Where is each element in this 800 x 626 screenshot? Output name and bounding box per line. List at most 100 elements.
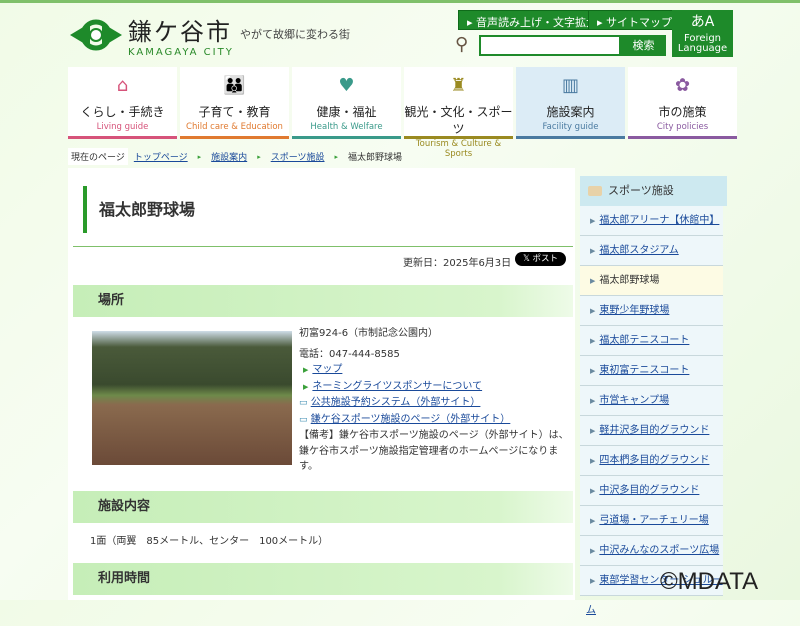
house-icon: ⌂ xyxy=(116,75,129,96)
sidebar-heading: スポーツ施設 xyxy=(580,176,727,206)
sidebar-item[interactable]: ▶ 中沢みんなのスポーツ広場 xyxy=(580,536,723,566)
arrow-icon: ▶ xyxy=(590,427,596,435)
sidebar: スポーツ施設 ▶ 福太郎アリーナ【休館中】 ▶ 福太郎スタジアム ▶ 福太郎野球場 ▶ 東野少… xyxy=(580,176,727,616)
building-icon: ▥ xyxy=(561,75,579,96)
sidebar-item-link[interactable]: 福太郎スタジアム xyxy=(599,245,678,256)
arrow-icon: ▶ xyxy=(590,397,596,405)
breadcrumb: 現在のページ トップページ ▸ 施設案内 ▸ スポーツ施設 ▸ 福太郎野球場 xyxy=(68,148,402,165)
sidebar-item[interactable]: ▶ 四本椚多目的グラウンド xyxy=(580,446,723,476)
sidebar-item[interactable]: ▶ 中沢多目的グラウンド xyxy=(580,476,723,506)
updated-date: 更新日：2025年6月3日 xyxy=(403,258,512,269)
nav-label: くらし・手続き xyxy=(80,105,165,119)
nav-item[interactable]: 👪 子育て・教育 Child care & Education xyxy=(180,67,289,139)
external-link-icon: ▭ xyxy=(299,398,308,408)
breadcrumb-label: 現在のページ xyxy=(68,148,128,165)
nav-label: 子育て・教育 xyxy=(198,105,271,119)
sidebar-item[interactable]: ▶ 弓道場・アーチェリー場 xyxy=(580,506,723,536)
folder-icon xyxy=(588,186,602,196)
section-heading-hours: 利用時間 xyxy=(73,563,573,595)
sidebar-item-link[interactable]: 中沢みんなのスポーツ広場 xyxy=(599,545,719,556)
search-icon: ⚲ xyxy=(455,34,469,55)
arrow-icon: ▶ xyxy=(590,517,596,525)
sidebar-item[interactable]: ▶ 福太郎野球場 xyxy=(580,266,723,296)
nav-label: 施設案内 xyxy=(546,105,595,119)
sitemap-button[interactable]: ▸ サイトマップ xyxy=(588,10,682,30)
city-emblem-icon xyxy=(70,19,122,51)
sidebar-item[interactable]: ▶ 福太郎スタジアム xyxy=(580,236,723,266)
arrow-icon: ▶ xyxy=(590,307,596,315)
sitemap-label: サイトマップ xyxy=(606,16,673,29)
phone: 電話：047-444-8585 xyxy=(299,348,400,360)
flower-icon: ✿ xyxy=(674,75,691,96)
sidebar-item-link[interactable]: 四本椚多目的グラウンド xyxy=(599,455,709,466)
arrow-icon: ▶ xyxy=(590,367,596,375)
lang-label: Language xyxy=(677,43,728,54)
nav-item[interactable]: ⌂ くらし・手続き Living guide xyxy=(68,67,177,139)
nav-label: 観光・文化・スポーツ xyxy=(404,105,513,136)
nav-item[interactable]: ✿ 市の施策 City policies xyxy=(628,67,737,139)
nav-sublabel: City policies xyxy=(656,122,709,132)
breadcrumb-link[interactable]: スポーツ施設 xyxy=(271,150,325,163)
section-heading-content: 施設内容 xyxy=(73,491,573,523)
x-post-button[interactable]: 𝕏 ポスト xyxy=(515,252,566,266)
sidebar-item-link[interactable]: 福太郎テニスコート xyxy=(599,335,689,346)
external-link-icon: ▭ xyxy=(299,414,308,425)
nav-label: 健康・福祉 xyxy=(316,105,377,119)
page-title: 福太郎野球場 xyxy=(83,186,195,233)
global-nav: ⌂ くらし・手続き Living guide 👪 子育て・教育 Child care & … xyxy=(68,67,737,159)
nav-item[interactable]: ▥ 施設案内 Facility guide xyxy=(516,67,625,139)
title-divider xyxy=(73,246,573,247)
address: 初富924-6（市制記念公園内） xyxy=(299,328,439,339)
arrow-icon: ▶ xyxy=(590,457,596,465)
statue-icon: ♜ xyxy=(450,75,467,96)
sidebar-item[interactable]: ▶ 軽井沢多目的グラウンド xyxy=(580,416,723,446)
search-input[interactable] xyxy=(479,35,621,56)
sidebar-title: スポーツ施設 xyxy=(608,184,674,197)
arrow-icon: ▶ xyxy=(303,382,309,391)
sidebar-item[interactable]: ▶ 東野少年野球場 xyxy=(580,296,723,326)
sidebar-item-link[interactable]: 市営キャンプ場 xyxy=(599,395,669,406)
naming-rights-link[interactable]: ネーミングライツスポンサーについて xyxy=(312,381,482,392)
sidebar-item-link[interactable]: 軽井沢多目的グラウンド xyxy=(599,425,709,436)
breadcrumb-current: 福太郎野球場 xyxy=(348,153,403,163)
foreign-language-button[interactable]: あA Foreign Language xyxy=(672,10,733,57)
location-info: 初富924-6（市制記念公園内） 電話：047-444-8585 ▶ マップ ▶ ネ… xyxy=(299,326,569,475)
arrow-icon: ▶ xyxy=(590,337,596,345)
watermark: ©MDATA xyxy=(660,568,759,595)
sidebar-item-link[interactable]: 福太郎アリーナ【休館中】 xyxy=(599,215,719,226)
search-button[interactable]: 検索 xyxy=(621,35,666,56)
map-link[interactable]: マップ xyxy=(312,364,342,375)
nav-item[interactable]: ♜ 観光・文化・スポーツ Tourism & Culture & Sports xyxy=(404,67,513,159)
arrow-icon: ▶ xyxy=(590,277,596,285)
sidebar-item[interactable]: ▶ 市営キャンプ場 xyxy=(580,386,723,416)
arrow-icon: ▶ xyxy=(590,217,596,225)
sidebar-item-link[interactable]: 中沢多目的グラウンド xyxy=(599,485,699,496)
nav-sublabel: Child care & Education xyxy=(186,122,283,132)
reservation-system-link[interactable]: 公共施設予約システム（外部サイト） xyxy=(311,397,481,408)
top-bar xyxy=(0,0,800,3)
sidebar-item[interactable]: ▶ 福太郎アリーナ【休館中】 xyxy=(580,206,723,236)
sports-facility-site-link[interactable]: 鎌ケ谷スポーツ施設のページ（外部サイト） xyxy=(311,414,511,425)
arrow-icon: ▶ xyxy=(303,366,309,374)
logo-english: KAMAGAYA CITY xyxy=(128,47,234,58)
heart-icon: ♥ xyxy=(338,75,355,96)
tagline: やがて故郷に変わる街 xyxy=(240,28,350,41)
section-heading-location: 場所 xyxy=(73,285,573,317)
breadcrumb-link[interactable]: トップページ xyxy=(134,150,188,163)
language-icon: あA xyxy=(690,14,715,30)
nav-item[interactable]: ♥ 健康・福祉 Health & Welfare xyxy=(292,67,401,139)
sidebar-item-link[interactable]: 東初富テニスコート xyxy=(599,365,689,376)
sidebar-item-link[interactable]: 東野少年野球場 xyxy=(599,305,669,316)
family-icon: 👪 xyxy=(223,75,246,96)
note: 【備考】鎌ケ谷市スポーツ施設のページ（外部サイト）は、鎌ケ谷市スポーツ施設指定管… xyxy=(299,430,569,472)
sidebar-item[interactable]: ▶ 福太郎テニスコート xyxy=(580,326,723,356)
arrow-icon: ▶ xyxy=(590,577,596,585)
sidebar-item[interactable]: ▶ 東初富テニスコート xyxy=(580,356,723,386)
facility-description: 1面（両翼 85メートル、センター 100メートル） xyxy=(90,536,329,547)
voice-readout-button[interactable]: ▸ 音声読み上げ・文字拡大 xyxy=(458,10,607,30)
sidebar-item-link[interactable]: 弓道場・アーチェリー場 xyxy=(599,515,708,526)
site-logo[interactable]: 鎌ケ谷市 KAMAGAYA CITY xyxy=(70,12,234,58)
nav-label: 市の施策 xyxy=(658,105,707,119)
breadcrumb-link[interactable]: 施設案内 xyxy=(211,150,247,163)
nav-sublabel: Facility guide xyxy=(542,122,599,132)
